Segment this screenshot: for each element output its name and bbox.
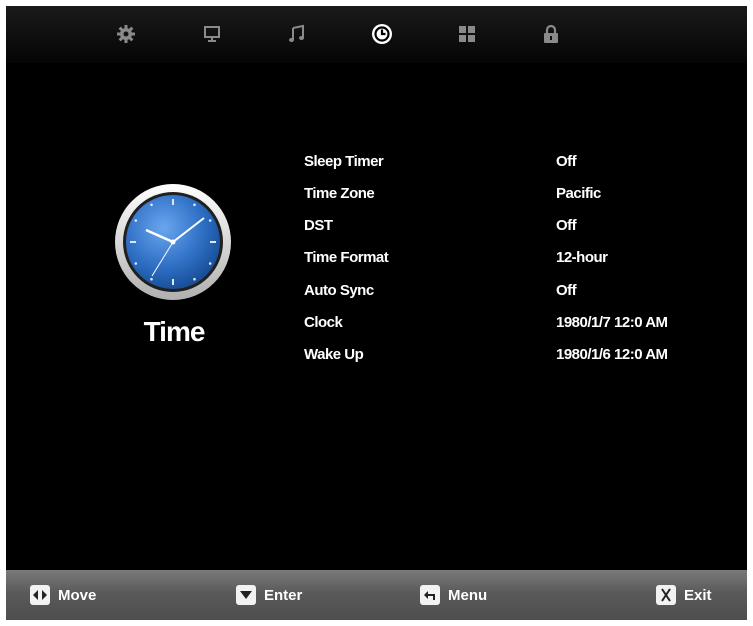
time-icon[interactable] [370,22,394,46]
picture-icon[interactable] [200,22,224,46]
section-title: Time [143,316,206,347]
return-arrow-icon [420,585,440,605]
move-hint-label: Move [58,586,97,604]
time-format-value[interactable]: 12-hour [556,249,608,266]
menu-item-time-format[interactable]: Time Format [304,249,389,266]
move-hint: Move [30,585,96,605]
category-tab-bar [6,6,747,63]
clock-illustration-icon [115,184,231,300]
enter-hint-label: Enter [264,586,303,604]
key-hint-bar: Move Enter Menu Exit [6,570,747,620]
down-arrow-icon [236,585,256,605]
apps-icon[interactable] [455,22,479,46]
exit-x-icon [656,585,676,605]
menu-hint-label: Menu [448,586,488,604]
menu-item-time-zone[interactable]: Time Zone [304,185,375,202]
settings-icon[interactable] [114,22,138,46]
menu-item-wake-up[interactable]: Wake Up [304,346,364,363]
menu-item-auto-sync[interactable]: Auto Sync [304,282,374,299]
menu-item-dst[interactable]: DST [304,217,333,234]
menu-item-sleep-timer[interactable]: Sleep Timer [304,153,384,170]
lock-icon[interactable] [539,22,563,46]
menu-item-clock[interactable]: Clock [304,314,343,331]
menu-hint: Menu [420,585,487,605]
exit-hint-label: Exit [684,586,712,604]
sleep-timer-value[interactable]: Off [556,153,577,170]
left-right-arrows-icon [30,585,50,605]
clock-value[interactable]: 1980/1/7 12:0 AM [556,314,668,331]
exit-hint: Exit [656,585,712,605]
audio-icon[interactable] [285,22,309,46]
enter-hint: Enter [236,585,302,605]
auto-sync-value[interactable]: Off [556,282,577,299]
dst-value[interactable]: Off [556,217,577,234]
tv-menu-screen: Time Sleep Timer Off Time Zone Pacific D… [6,6,747,620]
wake-up-value[interactable]: 1980/1/6 12:0 AM [556,346,668,363]
time-zone-value[interactable]: Pacific [556,185,601,202]
